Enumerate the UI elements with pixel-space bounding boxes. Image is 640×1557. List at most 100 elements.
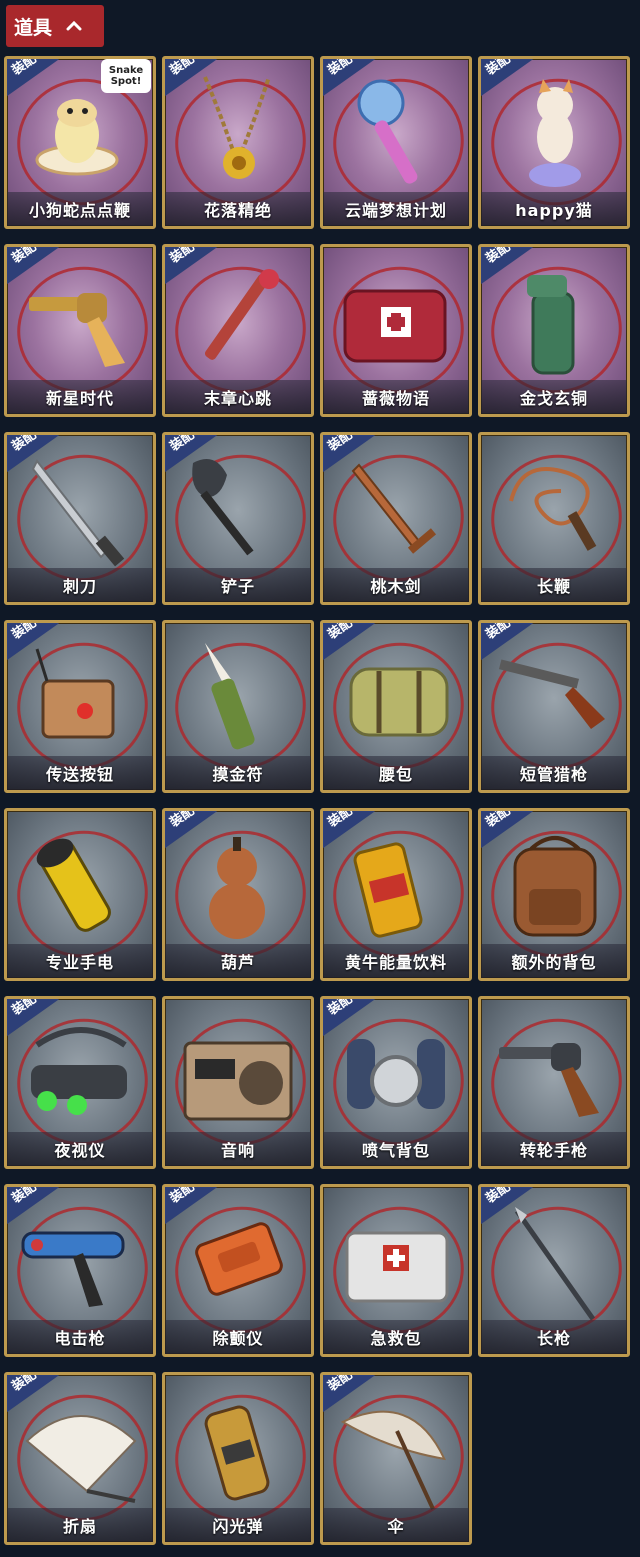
item-name-bar: 黄牛能量饮料: [323, 944, 469, 978]
equip-badge: 装配: [323, 435, 381, 475]
equip-badge: 装配: [165, 435, 223, 475]
item-name-bar: 葫芦: [165, 944, 311, 978]
equip-badge: 装配: [7, 435, 65, 475]
item-name-bar: 传送按钮: [7, 756, 153, 790]
item-name: 蔷薇物语: [361, 389, 430, 408]
item-card[interactable]: 长鞭: [478, 432, 630, 605]
item-card[interactable]: 装配 额外的背包: [478, 808, 630, 981]
item-name: 电击枪: [54, 1329, 106, 1348]
item-grid: Snake Spot! 装配 小狗蛇点点鞭 装配 花落精绝 装配 云端梦想计划 装配 happy…: [4, 56, 636, 1545]
item-card[interactable]: 装配 云端梦想计划: [320, 56, 472, 229]
item-name: 除颤仪: [212, 1329, 264, 1348]
item-card[interactable]: 专业手电: [4, 808, 156, 981]
item-name: 喷气背包: [361, 1141, 430, 1160]
item-card[interactable]: 蔷薇物语: [320, 244, 472, 417]
item-card[interactable]: 装配 喷气背包: [320, 996, 472, 1169]
item-card[interactable]: 装配铲子: [162, 432, 314, 605]
item-name-bar: 电击枪: [7, 1320, 153, 1354]
item-name: 腰包: [378, 765, 413, 784]
item-name: 转轮手枪: [519, 1141, 588, 1160]
item-name: 刺刀: [62, 577, 97, 596]
radio-speaker-icon: [183, 1041, 293, 1121]
equip-badge: 装配: [481, 59, 539, 99]
item-card[interactable]: 装配 短管猎枪: [478, 620, 630, 793]
item-name-bar: happy猫: [481, 192, 627, 226]
item-card[interactable]: 闪光弹: [162, 1372, 314, 1545]
equip-badge: 装配: [165, 1187, 223, 1227]
item-card[interactable]: 装配 黄牛能量饮料: [320, 808, 472, 981]
equip-badge: 装配: [481, 811, 539, 851]
item-name-bar: 摸金符: [165, 756, 311, 790]
item-name: 专业手电: [45, 953, 114, 972]
item-card[interactable]: 装配除颤仪: [162, 1184, 314, 1357]
item-name: 音响: [220, 1141, 255, 1160]
item-card[interactable]: 装配 happy猫: [478, 56, 630, 229]
item-name-bar: 小狗蛇点点鞭: [7, 192, 153, 226]
first-aid-kit-icon: [345, 1231, 449, 1303]
rose-medkit-icon: [343, 289, 447, 363]
item-name-bar: 短管猎枪: [481, 756, 627, 790]
talisman-icon: [205, 643, 255, 750]
item-name-bar: 刺刀: [7, 568, 153, 602]
item-card[interactable]: 急救包: [320, 1184, 472, 1357]
chevron-up-icon: [66, 21, 82, 31]
item-card[interactable]: 装配 夜视仪: [4, 996, 156, 1169]
item-card[interactable]: 装配 金戈玄铜: [478, 244, 630, 417]
item-name-bar: 专业手电: [7, 944, 153, 978]
equip-badge: 装配: [7, 1375, 65, 1415]
item-card[interactable]: 音响: [162, 996, 314, 1169]
item-name: 铲子: [220, 577, 255, 596]
item-card[interactable]: Snake Spot! 装配小狗蛇点点鞭: [4, 56, 156, 229]
item-name: 急救包: [370, 1329, 422, 1348]
item-name: 金戈玄铜: [519, 389, 588, 408]
item-name: 长枪: [536, 1329, 571, 1348]
item-card[interactable]: 转轮手枪: [478, 996, 630, 1169]
item-name: 夜视仪: [54, 1141, 106, 1160]
item-name-bar: 长枪: [481, 1320, 627, 1354]
item-card[interactable]: 装配刺刀: [4, 432, 156, 605]
item-name-bar: 腰包: [323, 756, 469, 790]
snake-spot-logo: Snake Spot!: [101, 59, 151, 93]
item-name-bar: 长鞭: [481, 568, 627, 602]
item-name: 葫芦: [220, 953, 255, 972]
props-category-toggle[interactable]: 道具: [6, 5, 104, 47]
item-name-bar: 花落精绝: [165, 192, 311, 226]
item-card[interactable]: 装配葫芦: [162, 808, 314, 981]
item-card[interactable]: 装配 电击枪: [4, 1184, 156, 1357]
item-name: 新星时代: [45, 389, 114, 408]
item-name-bar: 转轮手枪: [481, 1132, 627, 1166]
item-name: 摸金符: [212, 765, 264, 784]
equip-badge: 装配: [7, 247, 65, 287]
item-name-bar: 金戈玄铜: [481, 380, 627, 414]
item-name: 闪光弹: [212, 1517, 264, 1536]
item-name-bar: 桃木剑: [323, 568, 469, 602]
equip-badge: 装配: [481, 623, 539, 663]
revolver-icon: [499, 1043, 599, 1117]
item-name-bar: 铲子: [165, 568, 311, 602]
equip-badge: 装配: [7, 59, 65, 99]
equip-badge: 装配: [165, 811, 223, 851]
item-name-bar: 末章心跳: [165, 380, 311, 414]
item-card[interactable]: 装配新星时代: [4, 244, 156, 417]
item-card[interactable]: 装配 长枪: [478, 1184, 630, 1357]
item-card[interactable]: 摸金符: [162, 620, 314, 793]
equip-badge: 装配: [323, 623, 381, 663]
item-card[interactable]: 装配 传送按钮: [4, 620, 156, 793]
item-name: 折扇: [62, 1517, 97, 1536]
item-card[interactable]: 装配折扇: [4, 1372, 156, 1545]
item-name: 花落精绝: [203, 201, 272, 220]
flashlight-icon: [36, 838, 111, 932]
category-label: 道具: [14, 16, 53, 39]
item-card[interactable]: 装配花落精绝: [162, 56, 314, 229]
item-card[interactable]: 装配腰包: [320, 620, 472, 793]
item-name-bar: 云端梦想计划: [323, 192, 469, 226]
item-name-bar: 闪光弹: [165, 1508, 311, 1542]
whip-icon: [509, 467, 597, 551]
item-card[interactable]: 装配伞: [320, 1372, 472, 1545]
equip-badge: 装配: [323, 59, 381, 99]
item-name: 长鞭: [536, 577, 571, 596]
equip-badge: 装配: [165, 59, 223, 99]
item-card[interactable]: 装配 末章心跳: [162, 244, 314, 417]
item-card[interactable]: 装配 桃木剑: [320, 432, 472, 605]
flashbang-icon: [204, 1405, 270, 1501]
